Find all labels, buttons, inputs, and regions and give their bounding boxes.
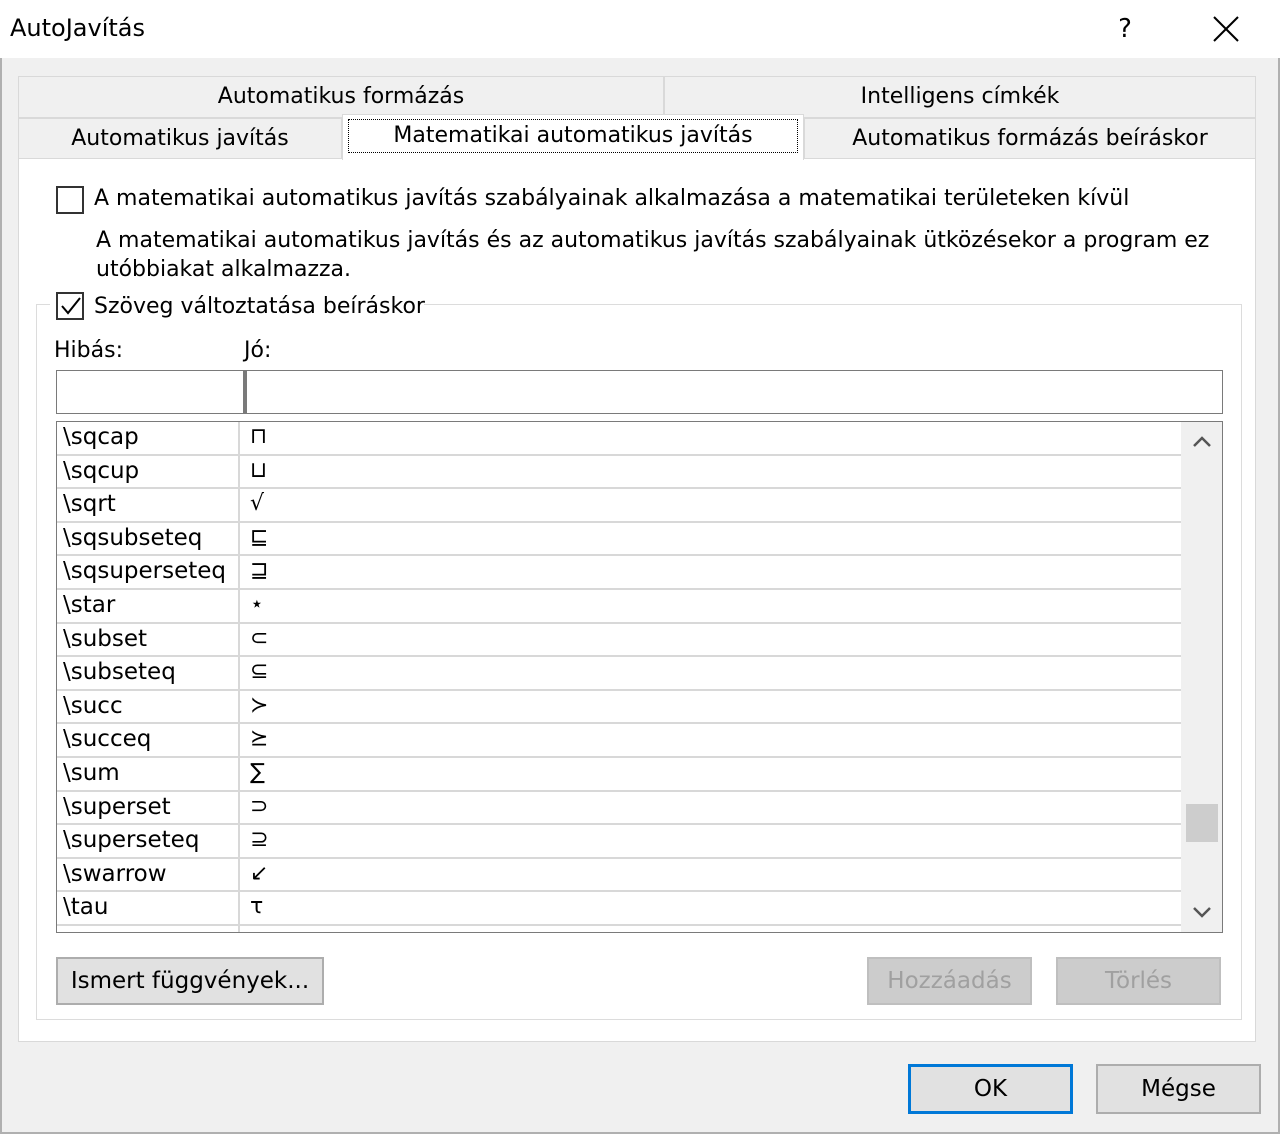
outside-math-label: A matematikai automatikus javítás szabál… [94, 186, 1130, 211]
scroll-down-button[interactable] [1181, 892, 1222, 932]
scroll-thumb[interactable] [1186, 804, 1218, 842]
list-item-wrong: \sqcup [63, 457, 140, 484]
list-item-right: ↙ [250, 860, 269, 886]
list-item[interactable]: \sqsubseteq ⊑ [57, 523, 1181, 557]
list-item[interactable]: \succ ≻ [57, 691, 1181, 725]
list-item-wrong: \subset [63, 625, 148, 652]
chevron-up-icon [1193, 436, 1211, 447]
replace-text-checkbox[interactable] [56, 292, 84, 320]
list-item-wrong: \star [63, 592, 116, 618]
replacement-list[interactable]: \sqcap ⊓ \sqcup ⊔ \sqrt √ \sqsubseteq ⊑ … [56, 421, 1223, 933]
list-item-wrong: \superset [63, 793, 171, 820]
close-button[interactable] [1198, 8, 1254, 50]
list-item[interactable]: \subset ⊂ [57, 624, 1181, 658]
list-item-right: ⊔ [250, 457, 268, 483]
list-item[interactable]: \superset ⊃ [57, 792, 1181, 826]
conflict-note-line2: utóbbiakat alkalmazza. [96, 257, 352, 282]
list-item-right: ⊆ [250, 659, 269, 685]
list-item[interactable]: \succeq ⪰ [57, 724, 1181, 758]
list-item-right: ⪰ [250, 726, 269, 752]
list-item-wrong: \sqcap [63, 424, 139, 450]
close-icon [1213, 16, 1239, 42]
window-title: AutoJavítás [10, 14, 145, 42]
cancel-button[interactable]: Mégse [1096, 1064, 1261, 1114]
list-item-right: ⊃ [250, 793, 269, 819]
list-item-wrong: \succ [63, 692, 123, 719]
tab-automatic-formatting[interactable]: Automatikus formázás [18, 76, 664, 118]
right-field-label: Jó: [244, 338, 272, 363]
list-item[interactable]: \tau τ [57, 892, 1181, 926]
list-item-right: ⊇ [250, 827, 269, 853]
tab-smart-tags[interactable]: Intelligens címkék [664, 76, 1256, 118]
list-item-wrong: \tau [63, 894, 109, 921]
chevron-down-icon [1193, 907, 1211, 918]
list-item-right: ⊂ [250, 625, 269, 651]
list-item[interactable]: \swarrow ↙ [57, 859, 1181, 893]
list-scrollbar[interactable] [1181, 422, 1222, 932]
tab-math-autocorrect-label: Matematikai automatikus javítás [348, 119, 798, 153]
outside-math-checkbox[interactable] [56, 186, 84, 214]
list-item-wrong: \sum [63, 760, 120, 786]
list-item[interactable]: \sqrt √ [57, 489, 1181, 523]
tab-autoformat-as-you-type[interactable]: Automatikus formázás beíráskor [804, 118, 1256, 160]
list-item-right: ⊓ [250, 424, 268, 449]
list-item[interactable]: \sqsuperseteq ⊒ [57, 556, 1181, 590]
right-input[interactable] [244, 370, 1223, 414]
list-item-wrong: \sqrt [63, 491, 116, 518]
list-item-right: ⊑ [250, 524, 269, 550]
list-item-right: √ [250, 491, 265, 517]
list-item[interactable]: \star ⋆ [57, 590, 1181, 624]
scroll-up-button[interactable] [1181, 422, 1222, 462]
list-item[interactable]: \sqcup ⊔ [57, 456, 1181, 490]
list-item-right: ⋆ [250, 592, 264, 617]
list-item-wrong: \subseteq [63, 659, 176, 686]
ok-button[interactable]: OK [908, 1064, 1073, 1114]
list-item-wrong: \swarrow [63, 860, 167, 887]
list-item-wrong: \superseteq [63, 827, 200, 854]
help-button[interactable]: ? [1100, 8, 1150, 50]
list-item-right: ∑ [250, 760, 265, 785]
list-item-wrong: \sqsuperseteq [63, 558, 226, 585]
list-item-wrong: \succeq [63, 726, 152, 753]
list-item[interactable]: \subseteq ⊆ [57, 657, 1181, 691]
list-item-right: ≻ [250, 692, 269, 718]
list-item[interactable]: \sqcap ⊓ [57, 422, 1181, 456]
known-functions-button[interactable]: Ismert függvények... [56, 957, 324, 1005]
tab-math-autocorrect[interactable]: Matematikai automatikus javítás [342, 114, 804, 160]
list-item-right: τ [250, 894, 264, 920]
replace-text-label: Szöveg változtatása beíráskor [94, 294, 425, 319]
add-button[interactable]: Hozzáadás [867, 957, 1032, 1005]
list-item[interactable]: \superseteq ⊇ [57, 825, 1181, 859]
wrong-field-label: Hibás: [54, 338, 123, 363]
list-item[interactable]: \sum ∑ [57, 758, 1181, 792]
conflict-note-line1: A matematikai automatikus javítás és az … [96, 228, 1210, 253]
checkmark-icon [61, 297, 81, 315]
tab-autocorrect[interactable]: Automatikus javítás [18, 118, 342, 160]
list-item-wrong: \sqsubseteq [63, 524, 203, 551]
title-bar: AutoJavítás ? [0, 0, 1280, 58]
list-item-right: ⊒ [250, 558, 269, 584]
delete-button[interactable]: Törlés [1056, 957, 1221, 1005]
wrong-input[interactable] [56, 370, 244, 414]
